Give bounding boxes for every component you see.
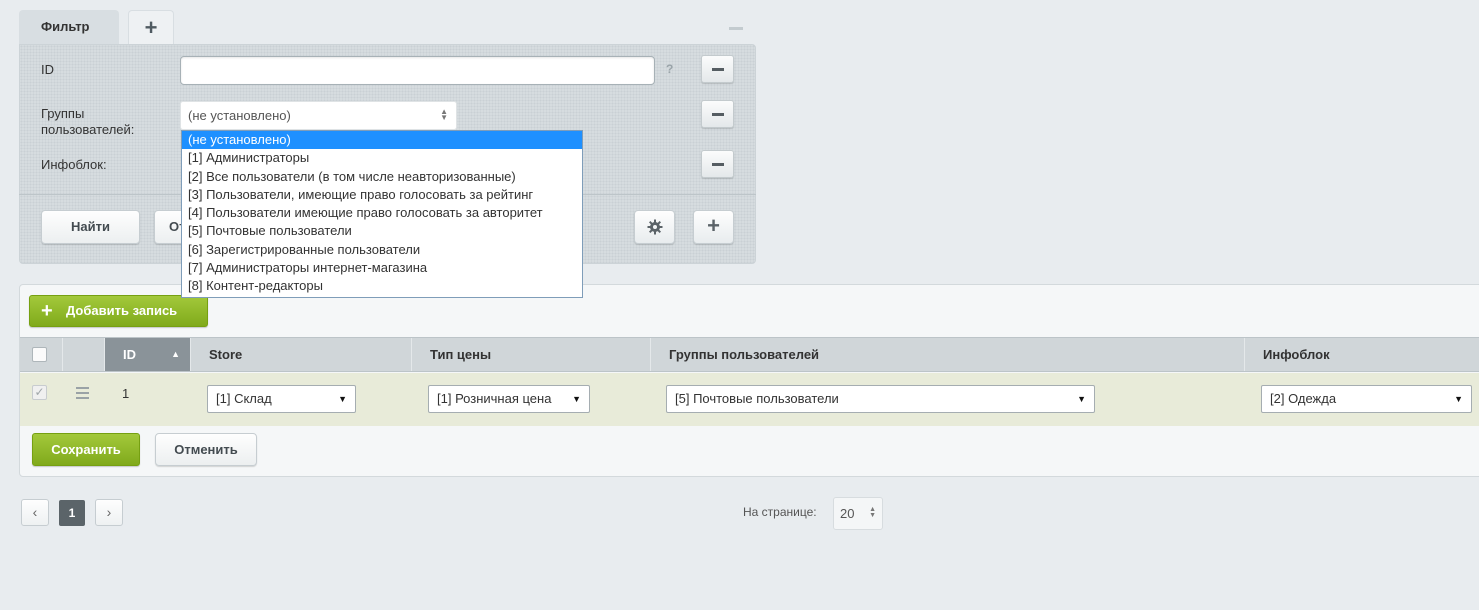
plus-icon: + — [707, 213, 720, 238]
column-header-id-label: ID — [123, 347, 136, 362]
row-menu-icon[interactable] — [76, 387, 89, 402]
row-iblock-value: [2] Одежда — [1270, 391, 1337, 406]
remove-id-field-button[interactable] — [701, 55, 734, 83]
row-iblock-select[interactable]: [2] Одежда ▼ — [1261, 385, 1472, 413]
updown-arrows-icon: ▲ ▼ — [440, 107, 448, 122]
row-store-value: [1] Склад — [216, 391, 272, 406]
plus-icon: + — [41, 300, 53, 322]
column-header-iblock[interactable]: Инфоблок — [1244, 338, 1479, 371]
per-page-value: 20 — [840, 506, 855, 521]
dropdown-option[interactable]: (не установлено) — [182, 131, 582, 150]
dropdown-caret-icon: ▼ — [1077, 394, 1086, 404]
collapse-icon[interactable] — [729, 27, 743, 30]
dropdown-caret-icon: ▼ — [1454, 394, 1463, 404]
prev-page-button[interactable]: ‹ — [21, 499, 49, 526]
id-input[interactable] — [180, 56, 655, 85]
dropdown-option[interactable]: [1] Администраторы — [182, 149, 582, 167]
current-page: 1 — [59, 500, 85, 526]
dropdown-caret-icon: ▼ — [338, 394, 347, 404]
minus-icon — [712, 113, 724, 116]
dropdown-caret-icon: ▼ — [572, 394, 581, 404]
row-store-select[interactable]: [1] Склад ▼ — [207, 385, 356, 413]
add-filter-tab-button[interactable]: + — [128, 10, 174, 45]
column-header-store[interactable]: Store — [190, 338, 411, 371]
header-select-all-cell — [20, 338, 62, 371]
sort-asc-icon: ▲ — [171, 349, 180, 359]
dropdown-option[interactable]: [3] Пользователи, имеющие право голосова… — [182, 186, 582, 204]
save-button[interactable]: Сохранить — [32, 433, 140, 466]
next-page-button[interactable]: › — [95, 499, 123, 526]
updown-arrows-icon: ▲ ▼ — [869, 506, 876, 519]
row-checkbox[interactable]: ✓ — [32, 385, 47, 400]
tab-filter-label: Фильтр — [41, 19, 90, 34]
gear-icon — [647, 219, 662, 235]
column-header-price-type[interactable]: Тип цены — [411, 338, 650, 371]
column-header-id[interactable]: ID ▲ — [104, 338, 190, 371]
add-filter-field-button[interactable]: + — [693, 210, 734, 244]
help-icon[interactable]: ? — [666, 62, 673, 76]
row-user-groups-select[interactable]: [5] Почтовые пользователи ▼ — [666, 385, 1095, 413]
dropdown-option[interactable]: [5] Почтовые пользователи — [182, 222, 582, 240]
dropdown-option[interactable]: [7] Администраторы интернет-магазина — [182, 259, 582, 277]
cancel-button[interactable]: Отменить — [155, 433, 257, 466]
select-all-checkbox[interactable] — [32, 347, 47, 362]
remove-iblock-field-button[interactable] — [701, 150, 734, 178]
row-price-type-select[interactable]: [1] Розничная цена ▼ — [428, 385, 590, 413]
minus-icon — [712, 68, 724, 71]
grid-header: ID ▲ Store Тип цены Группы пользователей… — [20, 337, 1479, 372]
column-header-user-groups[interactable]: Группы пользователей — [650, 338, 1244, 371]
per-page-label: На странице: — [743, 505, 817, 519]
dropdown-option[interactable]: [4] Пользователи имеющие право голосоват… — [182, 204, 582, 222]
dropdown-option[interactable]: [8] Контент-редакторы — [182, 277, 582, 295]
dropdown-option[interactable]: [6] Зарегистрированные пользователи — [182, 241, 582, 259]
header-actions-cell — [62, 338, 104, 371]
minus-icon — [712, 163, 724, 166]
add-record-button[interactable]: + Добавить запись — [29, 295, 208, 327]
find-button[interactable]: Найти — [41, 210, 140, 244]
add-record-label: Добавить запись — [66, 303, 178, 318]
per-page-select[interactable]: 20 ▲ ▼ — [833, 497, 883, 530]
settings-button[interactable] — [634, 210, 675, 244]
remove-groups-field-button[interactable] — [701, 100, 734, 128]
groups-dropdown-list[interactable]: (не установлено) [1] Администраторы [2] … — [181, 130, 583, 298]
groups-select-value: (не установлено) — [188, 108, 291, 123]
groups-select[interactable]: (не установлено) ▲ ▼ — [180, 101, 457, 130]
id-label: ID — [41, 62, 54, 77]
row-user-groups-value: [5] Почтовые пользователи — [675, 391, 839, 406]
tab-filter[interactable]: Фильтр — [19, 10, 119, 45]
iblock-label: Инфоблок: — [41, 157, 107, 172]
row-price-type-value: [1] Розничная цена — [437, 391, 552, 406]
dropdown-option[interactable]: [2] Все пользователи (в том числе неавто… — [182, 168, 582, 186]
groups-label: Группы пользователей: — [41, 106, 135, 137]
row-id: 1 — [122, 386, 130, 401]
